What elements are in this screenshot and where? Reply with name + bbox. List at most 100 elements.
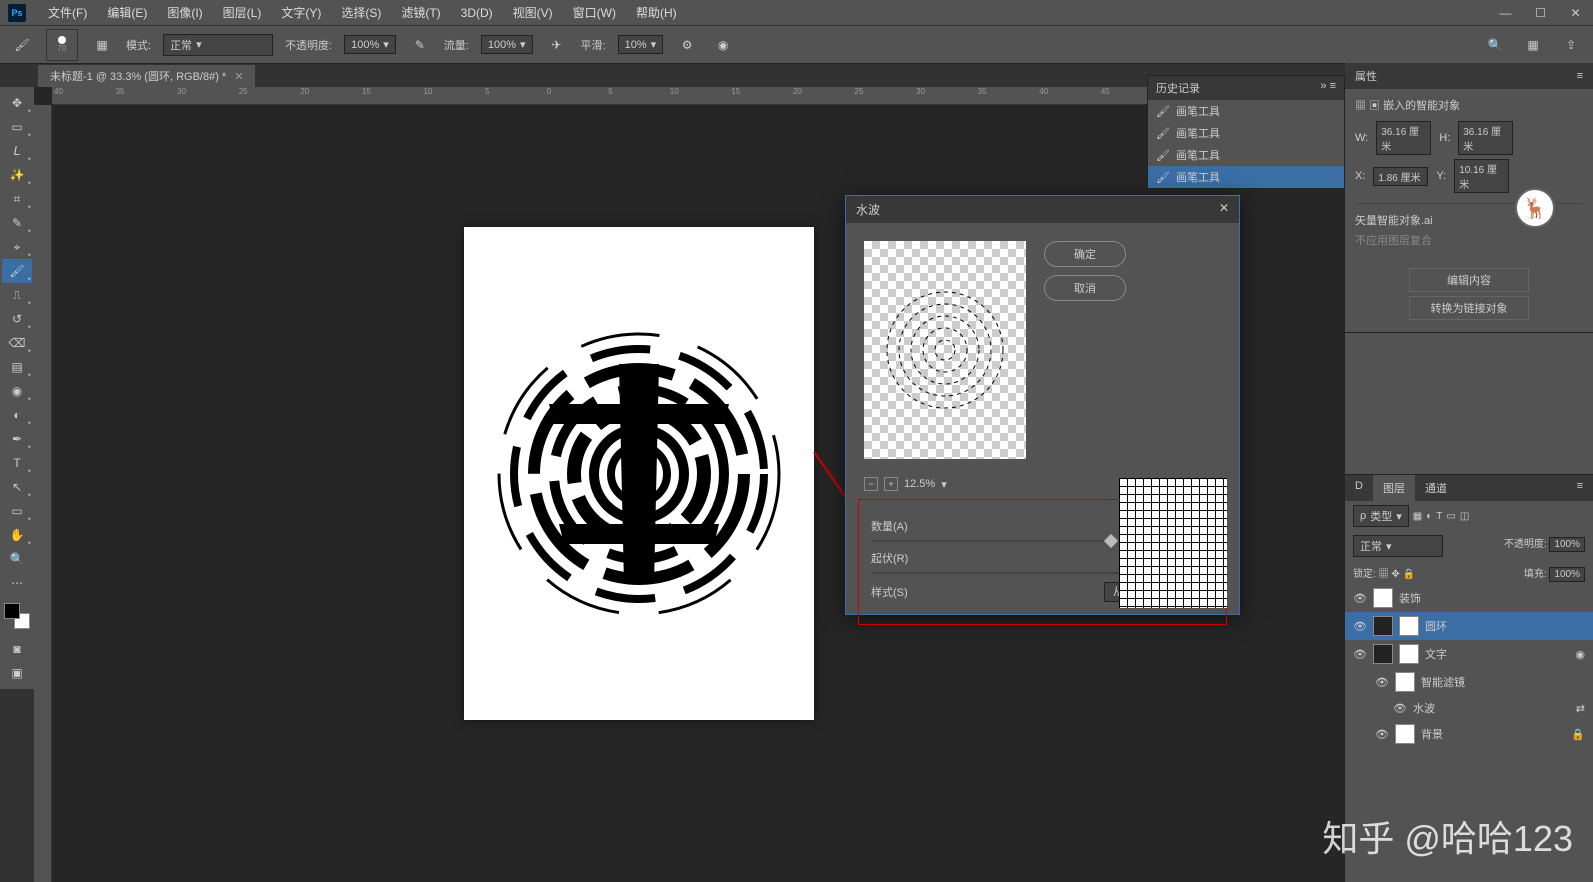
panel-menu-icon[interactable]: » ≡ bbox=[1320, 80, 1336, 96]
close-button[interactable]: ✕ bbox=[1558, 0, 1593, 25]
opacity-input[interactable]: 100%▾ bbox=[344, 35, 396, 54]
blend-mode-select[interactable]: 正常▾ bbox=[1353, 535, 1443, 557]
workspace-icon[interactable]: ▦ bbox=[1521, 33, 1545, 57]
layer-row[interactable]: 👁背景🔒 bbox=[1345, 720, 1593, 748]
fill-input[interactable]: 100% bbox=[1549, 567, 1585, 582]
history-item[interactable]: 🖌画笔工具 bbox=[1148, 122, 1344, 144]
lock-pixels-icon[interactable]: ▦ bbox=[1379, 569, 1389, 580]
visibility-icon[interactable]: 👁 bbox=[1353, 620, 1367, 633]
screenmode-tool[interactable]: ▣ bbox=[2, 661, 32, 685]
dodge-tool[interactable]: ◐▸ bbox=[2, 403, 32, 427]
visibility-icon[interactable]: 👁 bbox=[1353, 648, 1367, 661]
width-input[interactable]: 36.16 厘米 bbox=[1376, 121, 1431, 155]
panel-menu-icon[interactable]: ≡ bbox=[1577, 70, 1583, 82]
canvas-document[interactable] bbox=[464, 227, 814, 720]
y-input[interactable]: 10.16 厘米 bbox=[1454, 159, 1509, 193]
lock-all-icon[interactable]: 🔒 bbox=[1403, 569, 1415, 580]
maximize-button[interactable]: ☐ bbox=[1523, 0, 1558, 25]
menu-select[interactable]: 选择(S) bbox=[331, 4, 391, 21]
layer-row[interactable]: 👁水波⇄ bbox=[1345, 696, 1593, 720]
flow-input[interactable]: 100%▾ bbox=[481, 35, 533, 54]
heal-tool[interactable]: ⌖▸ bbox=[2, 235, 32, 259]
stamp-tool[interactable]: ⎍▸ bbox=[2, 283, 32, 307]
hand-tool[interactable]: ✋▸ bbox=[2, 523, 32, 547]
history-item[interactable]: 🖌画笔工具 bbox=[1148, 166, 1344, 188]
visibility-icon[interactable]: 👁 bbox=[1375, 728, 1389, 741]
lasso-tool[interactable]: 𝘓▸ bbox=[2, 139, 32, 163]
tool-preset-icon[interactable]: 🖌 bbox=[10, 33, 34, 57]
document-tab[interactable]: 未标题-1 @ 33.3% (圆环, RGB/8#) * ✕ bbox=[38, 65, 255, 87]
layer-opacity-input[interactable]: 100% bbox=[1549, 537, 1585, 552]
menu-3d[interactable]: 3D(D) bbox=[451, 6, 503, 20]
visibility-icon[interactable]: 👁 bbox=[1393, 702, 1407, 715]
layer-row[interactable]: 👁圆环 bbox=[1345, 612, 1593, 640]
pressure-size-icon[interactable]: ◉ bbox=[711, 33, 735, 57]
pen-tool[interactable]: ✒▸ bbox=[2, 427, 32, 451]
convert-linked-button[interactable]: 转换为链接对象 bbox=[1409, 296, 1529, 320]
path-select-tool[interactable]: ↖▸ bbox=[2, 475, 32, 499]
color-swatches[interactable] bbox=[4, 603, 30, 629]
eyedropper-tool[interactable]: ✎▸ bbox=[2, 211, 32, 235]
move-tool[interactable]: ✥▸ bbox=[2, 91, 32, 115]
smoothing-input[interactable]: 10%▾ bbox=[618, 35, 664, 54]
brush-panel-toggle-icon[interactable]: ▦ bbox=[90, 33, 114, 57]
menu-window[interactable]: 窗口(W) bbox=[563, 4, 626, 21]
filter-text-icon[interactable]: T bbox=[1436, 511, 1442, 522]
layer-row[interactable]: 👁智能滤镜 bbox=[1345, 668, 1593, 696]
tab-layers[interactable]: 图层 bbox=[1373, 475, 1415, 501]
pressure-opacity-icon[interactable]: ✎ bbox=[408, 33, 432, 57]
airbrush-icon[interactable]: ✈ bbox=[545, 33, 569, 57]
menu-type[interactable]: 文字(Y) bbox=[271, 4, 331, 21]
text-tool[interactable]: T▸ bbox=[2, 451, 32, 475]
magic-wand-tool[interactable]: ✨▸ bbox=[2, 163, 32, 187]
dialog-preview[interactable] bbox=[864, 241, 1026, 459]
ok-button[interactable]: 确定 bbox=[1044, 241, 1126, 267]
gradient-tool[interactable]: ▤▸ bbox=[2, 355, 32, 379]
filter-image-icon[interactable]: ▦ bbox=[1413, 511, 1422, 522]
filter-shape-icon[interactable]: ▭ bbox=[1446, 511, 1455, 522]
layer-row[interactable]: 👁文字◉ bbox=[1345, 640, 1593, 668]
crop-tool[interactable]: ⌗▸ bbox=[2, 187, 32, 211]
blur-tool[interactable]: ◉▸ bbox=[2, 379, 32, 403]
zoom-in-button[interactable]: + bbox=[884, 477, 898, 491]
edit-toolbar[interactable]: ⋯ bbox=[2, 571, 32, 595]
tab-channels[interactable]: 通道 bbox=[1415, 475, 1457, 501]
menu-layer[interactable]: 图层(L) bbox=[213, 4, 272, 21]
cancel-button[interactable]: 取消 bbox=[1044, 275, 1126, 301]
foreground-color[interactable] bbox=[4, 603, 20, 619]
menu-edit[interactable]: 编辑(E) bbox=[97, 4, 157, 21]
minimize-button[interactable]: — bbox=[1488, 0, 1523, 25]
visibility-icon[interactable]: 👁 bbox=[1375, 676, 1389, 689]
share-icon[interactable]: ⇪ bbox=[1559, 33, 1583, 57]
panel-menu-icon[interactable]: ≡ bbox=[1567, 475, 1593, 501]
visibility-icon[interactable]: 👁 bbox=[1353, 592, 1367, 605]
history-item[interactable]: 🖌画笔工具 bbox=[1148, 144, 1344, 166]
edit-contents-button[interactable]: 编辑内容 bbox=[1409, 268, 1529, 292]
shape-tool[interactable]: ▭▸ bbox=[2, 499, 32, 523]
eraser-tool[interactable]: ⌫▸ bbox=[2, 331, 32, 355]
zoom-out-button[interactable]: − bbox=[864, 477, 878, 491]
mode-select[interactable]: 正常▾ bbox=[163, 34, 273, 56]
layer-filter-kind[interactable]: ρ 类型 ▾ bbox=[1353, 505, 1409, 527]
brush-preview[interactable]: 70 bbox=[46, 29, 78, 61]
height-input[interactable]: 36.16 厘米 bbox=[1458, 121, 1513, 155]
layer-row[interactable]: 👁装饰 bbox=[1345, 584, 1593, 612]
history-item[interactable]: 🖌画笔工具 bbox=[1148, 100, 1344, 122]
tab-unknown[interactable]: D bbox=[1345, 475, 1373, 501]
menu-help[interactable]: 帮助(H) bbox=[626, 4, 687, 21]
menu-view[interactable]: 视图(V) bbox=[503, 4, 563, 21]
smoothing-gear-icon[interactable]: ⚙ bbox=[675, 33, 699, 57]
x-input[interactable]: 1.86 厘米 bbox=[1373, 167, 1428, 186]
search-icon[interactable]: 🔍 bbox=[1483, 33, 1507, 57]
marquee-tool[interactable]: ▭▸ bbox=[2, 115, 32, 139]
history-brush-tool[interactable]: ↺▸ bbox=[2, 307, 32, 331]
dialog-close-button[interactable]: ✕ bbox=[1219, 201, 1229, 218]
brush-tool[interactable]: 🖌▸ bbox=[2, 259, 32, 283]
tab-close-icon[interactable]: ✕ bbox=[234, 70, 243, 83]
menu-image[interactable]: 图像(I) bbox=[157, 4, 212, 21]
zoom-dropdown-icon[interactable]: ▾ bbox=[941, 478, 947, 491]
filter-adjust-icon[interactable]: ◐ bbox=[1426, 511, 1432, 522]
filter-smart-icon[interactable]: ◫ bbox=[1460, 511, 1469, 522]
menu-file[interactable]: 文件(F) bbox=[38, 4, 97, 21]
menu-filter[interactable]: 滤镜(T) bbox=[391, 4, 450, 21]
